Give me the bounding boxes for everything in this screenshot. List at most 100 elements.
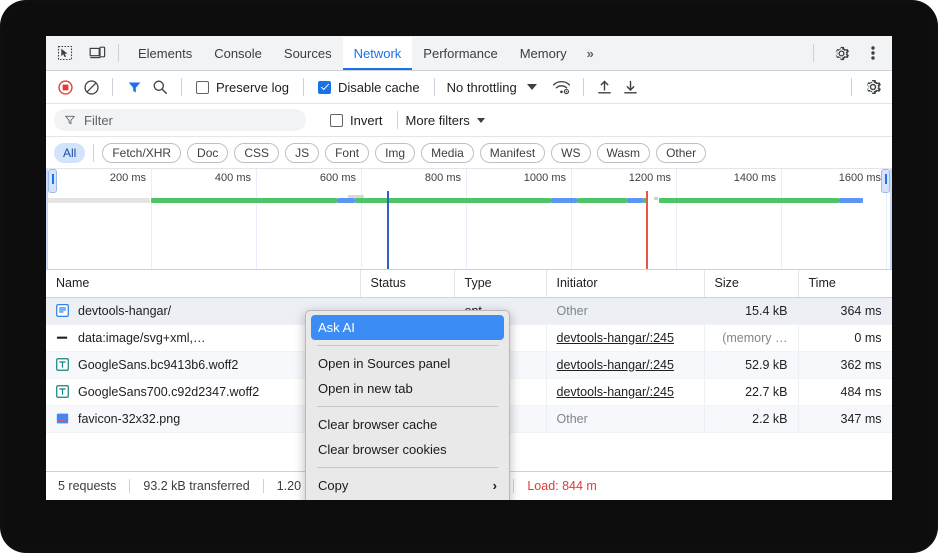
- column-header-size[interactable]: Size: [704, 270, 798, 297]
- context-menu-item-clear-browser-cache[interactable]: Clear browser cache: [306, 412, 509, 437]
- request-name: data:image/svg+xml,…: [78, 331, 205, 345]
- clear-icon[interactable]: [78, 74, 104, 100]
- request-name: GoogleSans700.c92d2347.woff2: [78, 385, 259, 399]
- overview-pending-band: [337, 198, 355, 203]
- disable-cache-box[interactable]: [318, 81, 331, 94]
- chip-doc[interactable]: Doc: [187, 143, 228, 163]
- overview-tick-label: 1400 ms: [734, 172, 781, 184]
- request-size: 15.4 kB: [704, 297, 798, 324]
- initiator-link[interactable]: devtools-hangar/:245: [557, 331, 674, 345]
- invert-checkbox[interactable]: Invert: [324, 113, 389, 128]
- network-settings-gear-icon[interactable]: [860, 74, 886, 100]
- request-initiator[interactable]: devtools-hangar/:245: [546, 324, 704, 351]
- image-file-icon: [56, 412, 69, 425]
- context-menu-item-copy-label: Copy: [318, 473, 348, 498]
- overview-request-band: [151, 198, 337, 203]
- chip-fetch-xhr[interactable]: Fetch/XHR: [102, 143, 181, 163]
- preserve-log-label: Preserve log: [216, 80, 289, 95]
- transferred-size: 93.2 kB transferred: [143, 479, 249, 493]
- network-toolbar: Preserve log Disable cache No throttling: [46, 71, 892, 104]
- throttling-value: No throttling: [447, 80, 517, 95]
- kebab-menu-icon[interactable]: [860, 40, 886, 66]
- inspect-element-icon[interactable]: [52, 40, 78, 66]
- invert-box[interactable]: [330, 114, 343, 127]
- device-toolbar-icon[interactable]: [84, 40, 110, 66]
- context-menu-item-open-in-new-tab[interactable]: Open in new tab: [306, 376, 509, 401]
- overview-gridline: [466, 169, 467, 269]
- search-icon[interactable]: [147, 74, 173, 100]
- chip-js[interactable]: JS: [285, 143, 319, 163]
- tab-network[interactable]: Network: [343, 37, 413, 70]
- filter-input[interactable]: Filter: [54, 109, 306, 131]
- context-menu-item-ask-ai[interactable]: Ask AI: [311, 315, 504, 340]
- context-menu-item-open-in-sources-panel[interactable]: Open in Sources panel: [306, 351, 509, 376]
- preserve-log-checkbox[interactable]: Preserve log: [190, 80, 295, 95]
- chip-font[interactable]: Font: [325, 143, 369, 163]
- more-filters-label: More filters: [406, 113, 470, 128]
- request-size: 22.7 kB: [704, 378, 798, 405]
- load-time: Load: 844 m: [527, 479, 597, 493]
- overview-gridline: [781, 169, 782, 269]
- submenu-arrow-icon: ›: [493, 473, 497, 498]
- column-header-initiator[interactable]: Initiator: [546, 270, 704, 297]
- record-stop-icon[interactable]: [52, 74, 78, 100]
- request-context-menu[interactable]: Ask AI Open in Sources panel Open in new…: [305, 310, 510, 500]
- chip-wasm[interactable]: Wasm: [597, 143, 651, 163]
- request-initiator[interactable]: devtools-hangar/:245: [546, 378, 704, 405]
- overview-right-edge: [890, 169, 892, 269]
- toolbar-divider: [303, 78, 304, 96]
- chip-img[interactable]: Img: [375, 143, 415, 163]
- resource-type-filters: All Fetch/XHR Doc CSS JS Font Img Media …: [46, 137, 892, 169]
- request-size: (memory …: [704, 324, 798, 351]
- tab-elements[interactable]: Elements: [127, 37, 203, 70]
- overview-gridline: [571, 169, 572, 269]
- tab-memory[interactable]: Memory: [509, 37, 578, 70]
- overview-request-band: [659, 198, 839, 203]
- overview-selection-handle-right[interactable]: [881, 169, 890, 193]
- network-overview-timeline[interactable]: 200 ms 400 ms 600 ms 800 ms 1000 ms 1200…: [46, 169, 892, 270]
- overview-small-band: [654, 197, 658, 200]
- tab-sources[interactable]: Sources: [273, 37, 343, 70]
- tabstrip-divider: [813, 44, 814, 62]
- overview-pending-band: [839, 198, 863, 203]
- chip-ws[interactable]: WS: [551, 143, 590, 163]
- font-file-icon: [56, 385, 69, 398]
- overview-gridline: [676, 169, 677, 269]
- preserve-log-box[interactable]: [196, 81, 209, 94]
- status-divider: [513, 479, 514, 493]
- column-header-status[interactable]: Status: [360, 270, 454, 297]
- more-filters-dropdown[interactable]: More filters: [406, 113, 485, 128]
- gear-icon[interactable]: [828, 40, 854, 66]
- chip-media[interactable]: Media: [421, 143, 474, 163]
- overview-selection-handle-left[interactable]: [48, 169, 57, 193]
- context-menu-separator: [317, 345, 498, 346]
- document-file-icon: [56, 304, 69, 317]
- chip-css[interactable]: CSS: [234, 143, 279, 163]
- column-header-type[interactable]: Type: [454, 270, 546, 297]
- request-initiator[interactable]: devtools-hangar/:245: [546, 351, 704, 378]
- devtools-tabstrip: Elements Console Sources Network Perform…: [46, 36, 892, 71]
- more-tabs-icon[interactable]: »: [578, 37, 602, 70]
- tab-console[interactable]: Console: [203, 37, 273, 70]
- download-har-icon[interactable]: [618, 74, 644, 100]
- column-header-name[interactable]: Name: [46, 270, 360, 297]
- wifi-settings-icon[interactable]: [549, 74, 575, 100]
- disable-cache-checkbox[interactable]: Disable cache: [312, 80, 426, 95]
- context-menu-item-copy[interactable]: Copy ›: [306, 473, 509, 498]
- initiator-link[interactable]: devtools-hangar/:245: [557, 385, 674, 399]
- initiator-link[interactable]: devtools-hangar/:245: [557, 358, 674, 372]
- overview-pending-band: [627, 198, 643, 203]
- context-menu-item-clear-browser-cookies[interactable]: Clear browser cookies: [306, 437, 509, 462]
- throttling-dropdown[interactable]: No throttling: [443, 80, 541, 95]
- funnel-icon[interactable]: [121, 74, 147, 100]
- filter-row: Filter Invert More filters: [46, 104, 892, 137]
- chip-manifest[interactable]: Manifest: [480, 143, 545, 163]
- column-header-time[interactable]: Time: [798, 270, 892, 297]
- context-menu-separator: [317, 406, 498, 407]
- chip-other[interactable]: Other: [656, 143, 706, 163]
- chip-all[interactable]: All: [54, 143, 85, 163]
- upload-har-icon[interactable]: [592, 74, 618, 100]
- overview-request-band: [643, 198, 647, 203]
- data-uri-icon: [56, 331, 69, 344]
- tab-performance[interactable]: Performance: [412, 37, 508, 70]
